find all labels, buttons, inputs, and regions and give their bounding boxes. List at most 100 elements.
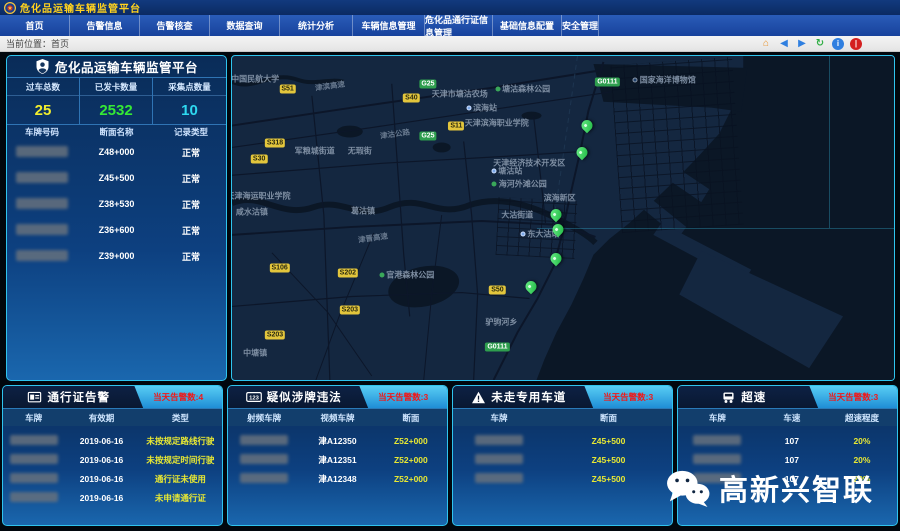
panel-plate-violation: 123 疑似涉牌违法 当天告警数:3 射频车牌 视频车牌 断面 津A12350 … bbox=[227, 385, 448, 526]
overview-panel: 危化品运输车辆监管平台 过车总数 25 已发卡数量 2532 采集点数量 10 … bbox=[6, 55, 227, 381]
stat: 已发卡数量 2532 bbox=[80, 78, 153, 124]
blurred-plate bbox=[475, 454, 523, 464]
table-row[interactable]: Z39+000 正常 bbox=[7, 243, 226, 269]
table-header: 车牌 车速 超速程度 bbox=[678, 409, 897, 426]
nav-tab[interactable]: 统计分析 bbox=[280, 15, 353, 36]
table-row[interactable]: 津A12350 Z52+000 bbox=[228, 431, 447, 450]
table-row[interactable]: Z45+500 bbox=[453, 469, 672, 488]
stat-value: 2532 bbox=[80, 96, 152, 119]
table-row[interactable]: 津A12351 Z52+000 bbox=[228, 450, 447, 469]
road-badge: G0111 bbox=[595, 77, 619, 86]
road-badge: G25 bbox=[419, 131, 436, 140]
col-type: 记录类型 bbox=[156, 126, 226, 138]
overview-title: 危化品运输车辆监管平台 bbox=[55, 57, 198, 76]
toolbar-icon[interactable]: ▶ bbox=[796, 38, 808, 50]
road-badge: G0111 bbox=[485, 342, 509, 351]
blurred-plate bbox=[693, 454, 741, 464]
shield-user-icon bbox=[35, 58, 50, 75]
toolbar-icon[interactable]: ↻ bbox=[814, 38, 826, 50]
nav-tab[interactable]: 告警信息 bbox=[70, 15, 140, 36]
stat: 过车总数 25 bbox=[7, 78, 80, 124]
col-plate: 车牌号码 bbox=[7, 126, 77, 138]
table-row[interactable]: 107 20% bbox=[678, 431, 897, 450]
table-header: 车牌 断面 bbox=[453, 409, 672, 426]
stat-label: 过车总数 bbox=[7, 78, 79, 96]
map-label: 咸水沽镇 bbox=[236, 207, 268, 218]
road-badge: S40 bbox=[403, 93, 419, 102]
panel-lane-violation: 未走专用车道 当天告警数:3 车牌 断面 Z45+500 Z45+500 bbox=[452, 385, 673, 526]
map-label: 塘沽站 bbox=[491, 165, 522, 176]
blurred-plate bbox=[240, 454, 288, 464]
blurred-plate bbox=[16, 250, 68, 261]
wechat-icon bbox=[665, 468, 711, 508]
road-badge: S50 bbox=[489, 286, 505, 295]
map-label: 中塘镇 bbox=[243, 348, 267, 359]
blurred-plate bbox=[16, 224, 68, 235]
col-section: 断面名称 bbox=[77, 126, 156, 138]
map-label: 天津市塘沽农场 bbox=[432, 88, 488, 99]
blurred-plate bbox=[240, 473, 288, 483]
poi-dot-icon bbox=[491, 168, 496, 173]
breadcrumb-bar: 当前位置：首页 ⌂ ◀ ▶ ↻ i | bbox=[0, 36, 900, 52]
table-row[interactable]: Z48+000 正常 bbox=[7, 139, 226, 165]
main-nav: 首页 告警信息 告警核查 数据查询 统计分析 车辆信息管理 危化品通行证信息管理… bbox=[0, 15, 900, 36]
toolbar-icon[interactable]: ⌂ bbox=[760, 38, 772, 50]
table-row[interactable]: 2019-06-16 未申请通行证 bbox=[3, 488, 222, 507]
toolbar-icon[interactable]: ◀ bbox=[778, 38, 790, 50]
map-label: 滨海新区 bbox=[544, 192, 576, 203]
nav-tab[interactable]: 危化品通行证信息管理 bbox=[425, 15, 493, 36]
window-toolbar: ⌂ ◀ ▶ ↻ i | bbox=[760, 38, 862, 50]
road-badge: S202 bbox=[338, 269, 358, 278]
poi-dot-icon bbox=[495, 87, 500, 92]
table-row[interactable]: Z45+500 bbox=[453, 431, 672, 450]
nav-tab[interactable]: 首页 bbox=[0, 15, 70, 36]
map-label: 军粮城街道 bbox=[295, 145, 335, 156]
panel-permit-alerts: 通行证告警 当天告警数:4 车牌 有效期 类型 2019-06-16 未按规定路… bbox=[2, 385, 223, 526]
police-badge-icon bbox=[4, 2, 16, 14]
table-row[interactable]: Z45+500 bbox=[453, 450, 672, 469]
map-label: 天津海运职业学院 bbox=[231, 190, 290, 201]
table-row[interactable]: 2019-06-16 未按规定时间行驶 bbox=[3, 450, 222, 469]
road-badge: S203 bbox=[265, 331, 285, 340]
table-row[interactable]: 2019-06-16 未按规定路线行驶 bbox=[3, 431, 222, 450]
blurred-plate bbox=[475, 435, 523, 445]
table-row[interactable]: Z38+530 正常 bbox=[7, 191, 226, 217]
table-row[interactable]: Z45+500 正常 bbox=[7, 165, 226, 191]
license-plate-icon: 123 bbox=[246, 391, 262, 403]
toolbar-icon[interactable]: i bbox=[832, 38, 844, 50]
blurred-plate bbox=[10, 492, 58, 502]
panel-title: 未走专用车道 bbox=[491, 389, 566, 405]
passing-records: Z48+000 正常 Z45+500 正常 Z38+530 正常 Z36+600… bbox=[7, 139, 226, 269]
blurred-plate bbox=[240, 435, 288, 445]
blurred-plate bbox=[16, 198, 68, 209]
table-row[interactable]: 2019-06-16 通行证未使用 bbox=[3, 469, 222, 488]
map-label: 天津滨海职业学院 bbox=[465, 117, 529, 128]
stat-value: 10 bbox=[153, 96, 226, 119]
table-header: 车牌号码 断面名称 记录类型 bbox=[7, 124, 226, 139]
stat: 采集点数量 10 bbox=[153, 78, 226, 124]
nav-tab[interactable]: 安全管理 bbox=[562, 15, 599, 36]
blurred-plate bbox=[10, 454, 58, 464]
map-label: 无瑕街 bbox=[348, 145, 372, 156]
watermark: 高新兴智联 bbox=[665, 467, 874, 509]
panel-title: 通行证告警 bbox=[47, 389, 110, 405]
map-label: 驴驹河乡 bbox=[485, 317, 517, 328]
nav-tab[interactable]: 数据查询 bbox=[210, 15, 280, 36]
nav-tab[interactable]: 告警核查 bbox=[140, 15, 210, 36]
truck-icon bbox=[721, 391, 736, 404]
permit-card-icon bbox=[27, 391, 42, 404]
road-badge: S11 bbox=[448, 121, 464, 130]
poi-dot-icon bbox=[633, 77, 638, 82]
blurred-plate bbox=[693, 435, 741, 445]
map-tile-seam bbox=[829, 56, 830, 228]
blurred-plate bbox=[10, 473, 58, 483]
nav-tab[interactable]: 基础信息配置 bbox=[493, 15, 562, 36]
table-row[interactable]: 津A12348 Z52+000 bbox=[228, 469, 447, 488]
daily-alert-count-badge: 当天告警数:3 bbox=[359, 386, 447, 408]
nav-tab[interactable]: 车辆信息管理 bbox=[353, 15, 425, 36]
toolbar-icon[interactable]: | bbox=[850, 38, 862, 50]
daily-alert-count-badge: 当天告警数:3 bbox=[584, 386, 672, 408]
table-row[interactable]: Z36+600 正常 bbox=[7, 217, 226, 243]
blurred-plate bbox=[10, 435, 58, 445]
map-panel[interactable]: S51 S40 G25 G25 S11 S318 S30 S106 S202 S… bbox=[231, 55, 895, 381]
